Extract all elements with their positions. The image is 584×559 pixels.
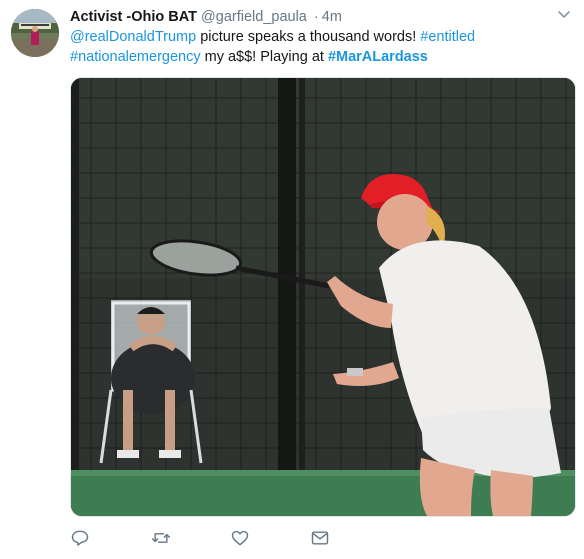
tweet-text-part: my a$$! Playing at xyxy=(200,48,328,65)
envelope-icon[interactable] xyxy=(310,528,332,550)
display-name[interactable]: Activist -Ohio BAT xyxy=(70,9,197,25)
hashtag-link[interactable]: #entitled xyxy=(420,29,475,45)
tennis-court-photo xyxy=(71,78,575,516)
timestamp[interactable]: 4m xyxy=(322,9,342,25)
tweet-card[interactable]: Activist -Ohio BAT @garfield_paula · 4m @… xyxy=(0,0,584,559)
user-handle[interactable]: @garfield_paula xyxy=(201,9,307,25)
mention-link[interactable]: @realDonaldTrump xyxy=(70,29,196,45)
tweet-photo[interactable] xyxy=(70,77,576,517)
avatar[interactable] xyxy=(11,9,59,57)
chevron-down-icon[interactable] xyxy=(556,6,572,22)
retweet-icon[interactable] xyxy=(150,528,172,550)
separator: · xyxy=(313,9,319,25)
tweet-text: @realDonaldTrump picture speaks a thousa… xyxy=(70,28,570,67)
reply-icon[interactable] xyxy=(70,528,92,550)
hashtag-link[interactable]: #MarALardass xyxy=(328,49,428,65)
hashtag-link[interactable]: #nationalemergency xyxy=(70,49,201,65)
tweet-header: Activist -Ohio BAT @garfield_paula · 4m xyxy=(70,8,342,27)
profile-photo-image xyxy=(11,9,59,57)
tweet-text-part: picture speaks a thousand words! xyxy=(196,29,421,45)
heart-icon[interactable] xyxy=(230,528,252,550)
tweet-actions xyxy=(70,528,370,550)
